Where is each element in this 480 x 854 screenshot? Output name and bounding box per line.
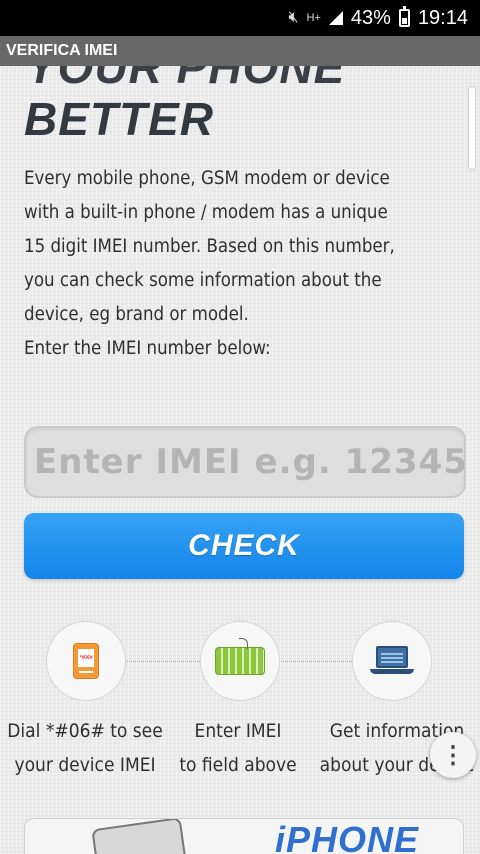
- check-button[interactable]: CHECK: [24, 513, 464, 579]
- description-line: device, eg brand or model.: [24, 304, 249, 325]
- banner-brand: iPHONE: [275, 819, 420, 854]
- app-title: VERIFICA IMEI: [6, 42, 118, 59]
- step-caption-line: your device IMEI: [14, 754, 156, 776]
- step-dial-circle: *#06#: [46, 621, 126, 701]
- description-line: 15 digit IMEI number. Based on this numb…: [24, 236, 395, 257]
- scrollbar[interactable]: [468, 86, 476, 170]
- step-caption-line: Dial *#06# to see: [7, 720, 163, 742]
- step-caption-enter: Enter IMEI to field above: [172, 714, 304, 782]
- step-info-circle: [352, 621, 432, 701]
- description-line: you can check some information about the: [24, 270, 382, 291]
- mute-icon: 🔇︎: [288, 9, 299, 26]
- step-caption-line: Enter IMEI: [194, 720, 282, 742]
- description-line: Every mobile phone, GSM modem or device: [24, 168, 390, 189]
- page-content[interactable]: YOUR PHONE BETTER Every mobile phone, GS…: [0, 66, 480, 854]
- description-line: with a built-in phone / modem has a uniq…: [24, 202, 388, 223]
- phone-image: [91, 819, 189, 854]
- step-caption-dial: Dial *#06# to see your device IMEI: [0, 714, 170, 782]
- battery-percent: 43%: [350, 6, 391, 29]
- imei-input[interactable]: [24, 426, 466, 498]
- iphone-banner[interactable]: iPHONE: [24, 818, 464, 854]
- hero-heading-top: YOUR PHONE: [26, 66, 346, 93]
- signal-icon: [328, 11, 343, 25]
- description-line: Enter the IMEI number below:: [24, 338, 271, 359]
- phone-icon: *#06#: [73, 643, 99, 679]
- hero-heading: BETTER: [24, 93, 214, 145]
- battery-icon: [398, 6, 410, 27]
- network-type: H+: [306, 12, 321, 24]
- step-caption-line: to field above: [179, 754, 297, 776]
- app-title-bar: VERIFICA IMEI: [0, 36, 480, 66]
- keyboard-icon: [215, 638, 265, 675]
- step-enter-circle: [200, 621, 280, 701]
- more-options-button[interactable]: ⋮: [430, 732, 476, 778]
- description-text: Every mobile phone, GSM modem or device …: [24, 162, 444, 366]
- more-vert-icon: ⋮: [441, 741, 465, 769]
- status-bar: 🔇︎ H+ 43% 19:14: [0, 0, 480, 36]
- clock: 19:14: [417, 6, 468, 29]
- laptop-icon: [370, 644, 414, 678]
